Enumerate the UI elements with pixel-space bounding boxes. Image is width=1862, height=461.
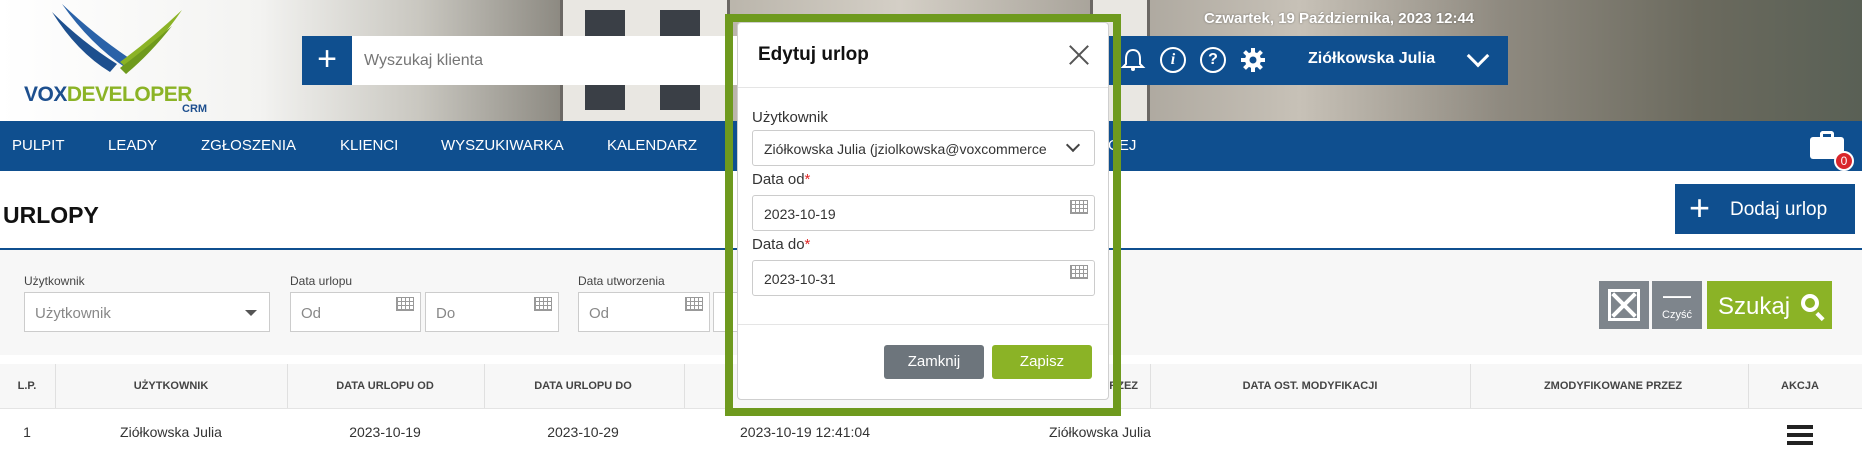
cancel-button[interactable]: Zamknij	[884, 345, 984, 379]
reset-filters-button[interactable]	[1599, 281, 1649, 329]
notification-badge: 0	[1834, 151, 1854, 171]
cell-user: Ziółkowska Julia	[120, 424, 222, 440]
plus-icon: +	[1689, 187, 1711, 228]
calendar-icon[interactable]	[534, 297, 552, 311]
search-label: Szukaj	[1718, 293, 1791, 320]
logo[interactable]: VOXDEVELOPER CRM	[22, 2, 222, 118]
calendar-icon[interactable]	[1070, 265, 1088, 279]
column-header-modified-by[interactable]: ZMODYFIKOWANE PRZEZ	[1470, 380, 1756, 392]
add-leave-label: Dodaj urlop	[1730, 199, 1828, 220]
modal-header-divider	[738, 87, 1108, 88]
column-header-lp[interactable]: L.P.	[12, 380, 42, 392]
nav-item-pulpit[interactable]: PULPIT	[12, 137, 65, 154]
nav-item-leady[interactable]: LEADY	[108, 137, 157, 154]
filter-leave-from-placeholder: Od	[301, 305, 322, 322]
filter-created-date-label: Data utworzenia	[578, 274, 665, 288]
column-divider	[684, 364, 685, 408]
filter-created-from-placeholder: Od	[589, 305, 610, 322]
page-title: URLOPY	[3, 202, 99, 228]
chevron-down-icon	[1065, 137, 1081, 153]
search-icon	[1801, 294, 1819, 312]
column-divider	[55, 364, 56, 408]
calendar-icon[interactable]	[685, 297, 703, 311]
column-divider	[1748, 364, 1749, 408]
filter-created-date-from[interactable]: Od	[578, 292, 710, 332]
briefcase-icon[interactable]: 0	[1808, 127, 1854, 171]
filter-leave-date-to[interactable]: Do	[425, 292, 559, 332]
chevron-down-icon[interactable]	[1466, 44, 1490, 68]
search-input[interactable]	[352, 36, 742, 85]
edit-leave-modal: Edytuj urlop Użytkownik Ziółkowska Julia…	[737, 22, 1109, 400]
close-icon[interactable]	[1068, 44, 1090, 66]
clear-label: Czyść	[1662, 309, 1692, 321]
add-leave-button[interactable]: + Dodaj urlop	[1675, 184, 1855, 234]
modal-title: Edytuj urlop	[758, 44, 869, 65]
column-header-leave-to[interactable]: DATA URLOPU DO	[488, 380, 678, 392]
info-icon[interactable]: i	[1160, 47, 1186, 73]
filter-leave-date-from[interactable]: Od	[290, 292, 421, 332]
user-select-value: Ziółkowska Julia (jziolkowska@voxcommerc…	[764, 141, 1047, 157]
required-mark: *	[804, 236, 811, 253]
close-box-icon	[1608, 289, 1640, 321]
filter-user-placeholder: Użytkownik	[35, 305, 111, 322]
cell-leave-to: 2023-10-29	[547, 424, 619, 440]
filter-leave-date-label: Data urlopu	[290, 274, 353, 288]
column-divider	[484, 364, 485, 408]
column-divider	[287, 364, 288, 408]
date-to-label: Data do*	[752, 236, 811, 253]
column-header-action: AKCJA	[1781, 380, 1819, 392]
calendar-icon[interactable]	[1070, 200, 1088, 214]
user-label: Użytkownik	[752, 109, 828, 126]
date-to-input[interactable]: 2023-10-31	[752, 260, 1095, 296]
current-datetime: Czwartek, 19 Października, 2023 12:44	[1204, 10, 1475, 27]
help-icon[interactable]: ?	[1200, 47, 1226, 73]
user-bar: i ? Ziółkowska Julia	[1100, 36, 1508, 85]
logo-crm: CRM	[182, 103, 208, 115]
nav-item-zgloszenia[interactable]: ZGŁOSZENIA	[201, 137, 296, 154]
filter-user-label: Użytkownik	[24, 274, 85, 288]
nav-item-klienci[interactable]: KLIENCI	[340, 137, 398, 154]
date-to-value: 2023-10-31	[764, 271, 836, 287]
search-bar: +	[302, 36, 742, 85]
logo-wings-icon	[52, 4, 182, 74]
cell-lp: 1	[23, 424, 31, 440]
filter-leave-to-placeholder: Do	[436, 305, 456, 322]
date-from-label: Data od*	[752, 171, 811, 188]
cell-created-by: Ziółkowska Julia	[1049, 424, 1151, 440]
date-from-input[interactable]: 2023-10-19	[752, 195, 1095, 231]
minus-icon: —	[1663, 279, 1691, 310]
modal-footer-divider	[738, 324, 1108, 325]
cell-leave-from: 2023-10-19	[349, 424, 421, 440]
column-header-user[interactable]: UŻYTKOWNIK	[60, 380, 282, 392]
column-header-modified[interactable]: DATA OST. MODYFIKACJI	[1150, 380, 1470, 392]
bell-icon[interactable]	[1120, 47, 1146, 73]
row-menu-icon[interactable]	[1787, 425, 1813, 445]
caret-down-icon	[245, 310, 257, 316]
date-from-value: 2023-10-19	[764, 206, 836, 222]
gear-icon[interactable]	[1240, 47, 1266, 73]
clear-button[interactable]: — Czyść	[1652, 281, 1702, 329]
required-mark: *	[804, 171, 811, 188]
column-header-leave-from[interactable]: DATA URLOPU OD	[290, 380, 480, 392]
nav-item-kalendarz[interactable]: KALENDARZ	[607, 137, 697, 154]
logo-wordmark: VOXDEVELOPER	[24, 83, 192, 106]
add-client-button[interactable]: +	[302, 36, 352, 85]
filter-user-select[interactable]: Użytkownik	[24, 292, 270, 332]
search-button[interactable]: Szukaj	[1707, 281, 1832, 329]
cell-created: 2023-10-19 12:41:04	[740, 424, 870, 440]
nav-item-wyszukiwarka[interactable]: WYSZUKIWARKA	[441, 137, 564, 154]
user-select[interactable]: Ziółkowska Julia (jziolkowska@voxcommerc…	[752, 130, 1095, 166]
save-button[interactable]: Zapisz	[992, 345, 1092, 379]
calendar-icon[interactable]	[396, 297, 414, 311]
username[interactable]: Ziółkowska Julia	[1308, 50, 1435, 68]
